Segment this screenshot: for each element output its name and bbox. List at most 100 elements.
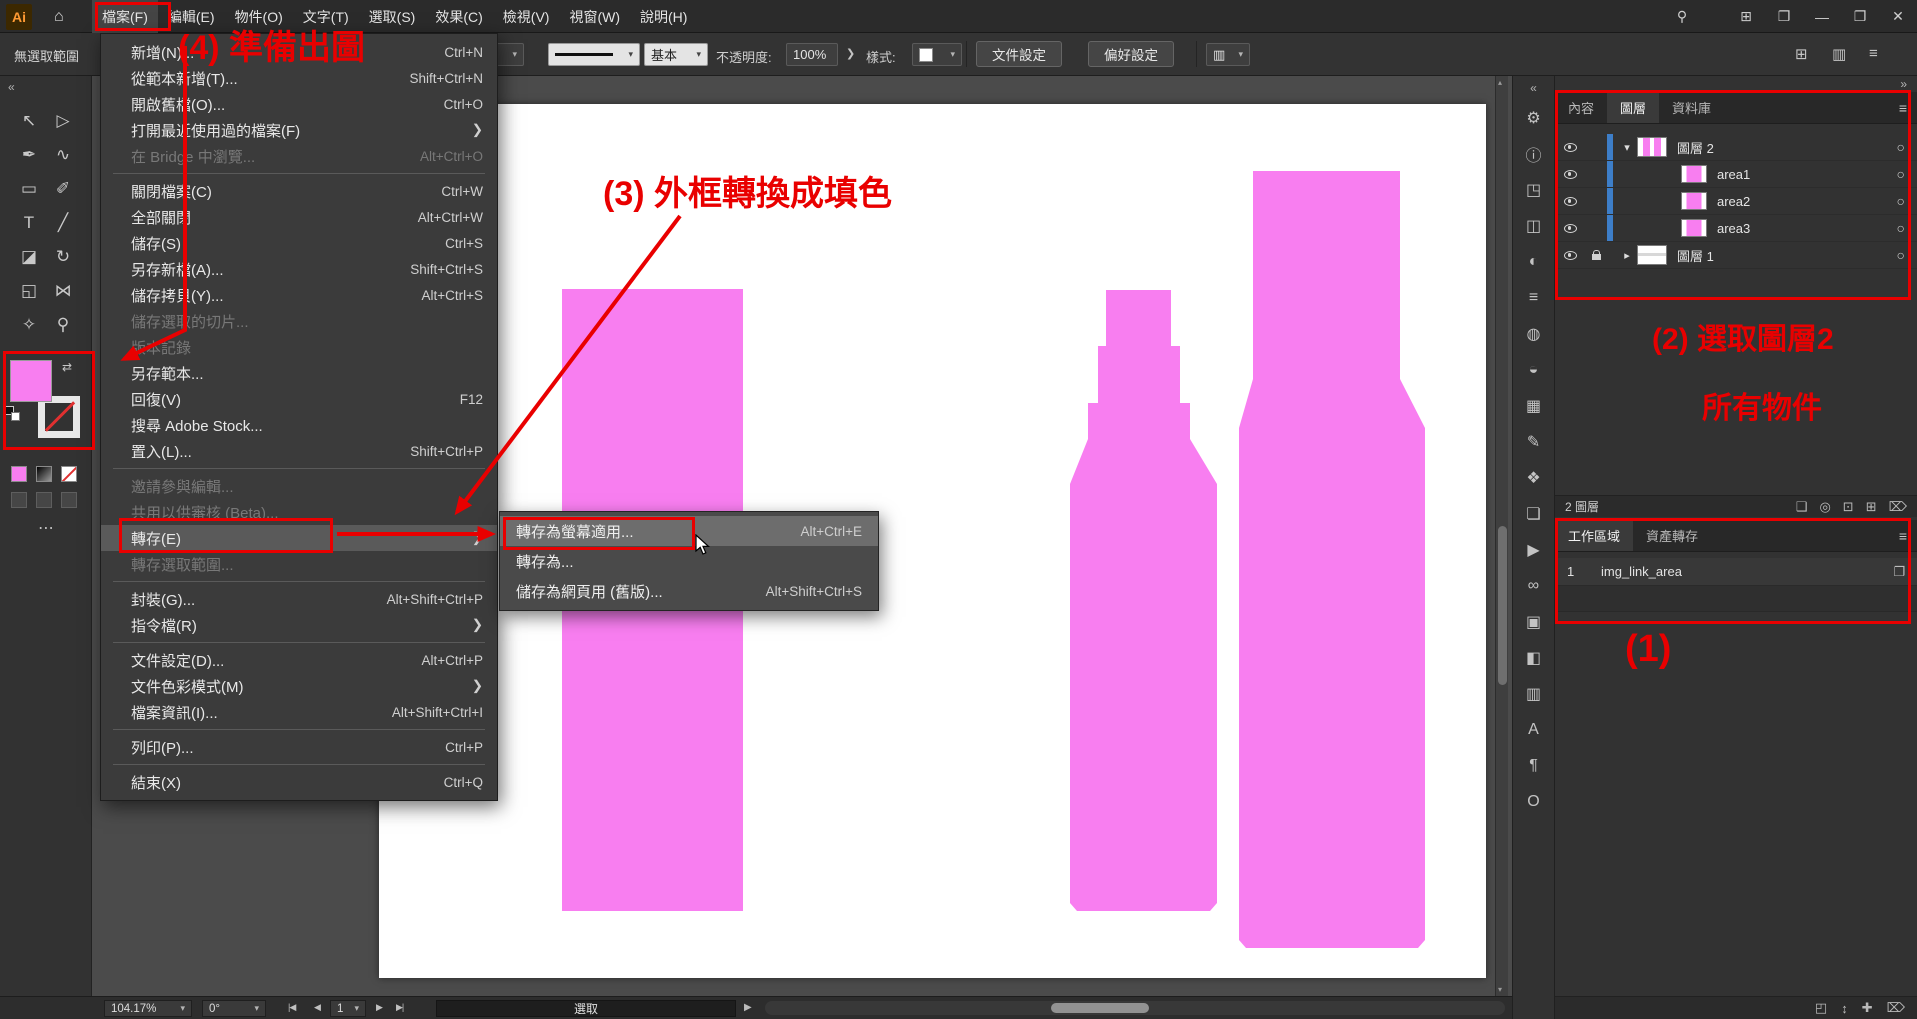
file-menu-item[interactable]: 新增(N)... Ctrl+N	[101, 39, 497, 65]
artboard-number-dropdown[interactable]: 1 ▾	[330, 1000, 366, 1017]
vertical-scrollbar-thumb[interactable]	[1498, 526, 1507, 685]
symbols-panel-icon[interactable]: ❖	[1517, 460, 1551, 496]
object-thumbnail[interactable]	[1681, 219, 1707, 237]
file-menu-item[interactable]: 全部關閉 Alt+Ctrl+W	[101, 204, 497, 230]
new-artboard-icon[interactable]: ✚	[1862, 1000, 1873, 1016]
pathfinder-panel-icon[interactable]: ◫	[1517, 208, 1551, 244]
layer-name[interactable]: 圖層 1	[1677, 246, 1714, 265]
menu-lines-icon[interactable]: ≡	[1869, 45, 1878, 62]
file-menu-item[interactable]: 儲存拷貝(Y)... Alt+Ctrl+S	[101, 282, 497, 308]
actions-panel-icon[interactable]: ▶	[1517, 532, 1551, 568]
expand-dock-icon[interactable]: «	[1530, 76, 1537, 100]
menubar-item[interactable]: 說明(H)	[630, 0, 697, 33]
file-menu-item[interactable]: 另存新檔(A)... Shift+Ctrl+S	[101, 256, 497, 282]
visibility-eye-icon[interactable]	[1564, 170, 1577, 179]
visibility-eye-icon[interactable]	[1564, 143, 1577, 152]
curvature-tool[interactable]: ∿	[46, 138, 80, 172]
object-thumbnail[interactable]	[1681, 192, 1707, 210]
layer-row-area3[interactable]: area3 ○	[1555, 215, 1917, 242]
minimize-button[interactable]: —	[1803, 0, 1841, 33]
color-guide-panel-icon[interactable]: ▥	[1517, 676, 1551, 712]
file-menu-item[interactable]	[113, 729, 485, 730]
transparency-panel-icon[interactable]: ◒	[1517, 352, 1551, 388]
tab-artboards[interactable]: 工作區域	[1555, 520, 1633, 551]
file-menu-item[interactable]: 儲存(S) Ctrl+S	[101, 230, 497, 256]
eyedropper-tool[interactable]: ✧	[12, 308, 46, 342]
target-circle-icon[interactable]: ○	[1897, 220, 1905, 236]
file-menu-item[interactable]: 在 Bridge 中瀏覽... Alt+Ctrl+O	[101, 143, 497, 169]
selection-tool[interactable]: ↖	[12, 104, 46, 138]
file-menu-item[interactable]: 另存範本...	[101, 360, 497, 386]
info-panel-icon[interactable]: ⓘ	[1517, 136, 1551, 172]
file-menu-item[interactable]: 封裝(G)... Alt+Shift+Ctrl+P	[101, 586, 497, 612]
lock-icon[interactable]	[1592, 254, 1601, 260]
new-layer-icon[interactable]: ⊞	[1866, 499, 1877, 515]
color-panel-icon[interactable]: ◧	[1517, 640, 1551, 676]
file-menu-item[interactable]	[113, 468, 485, 469]
artboard-icon[interactable]: ❐	[1893, 564, 1905, 580]
object-name[interactable]: area1	[1717, 167, 1750, 182]
export-for-screens-item[interactable]: 轉存為螢幕適用... Alt+Ctrl+E	[500, 516, 878, 546]
file-menu-item[interactable]	[113, 764, 485, 765]
vertical-scrollbar[interactable]: ▴ ▾	[1495, 76, 1508, 996]
expand-layer-icon[interactable]: ▸	[1617, 249, 1637, 262]
none-button[interactable]	[61, 466, 77, 482]
properties-panel-icon[interactable]: ⚙	[1517, 100, 1551, 136]
file-menu-item[interactable]: 轉存(E) ❯	[101, 525, 497, 551]
menubar-item[interactable]: 編輯(E)	[158, 0, 225, 33]
zoom-tool[interactable]: ⚲	[46, 308, 80, 342]
file-menu-item[interactable]	[113, 173, 485, 174]
preferences-button[interactable]: 偏好設定	[1088, 41, 1174, 67]
menubar-item[interactable]: 檔案(F)	[92, 0, 158, 33]
scroll-up-icon[interactable]: ▴	[1498, 78, 1502, 87]
file-menu-item[interactable]: 回復(V) F12	[101, 386, 497, 412]
panel-layout-icon[interactable]: ▥	[1832, 45, 1846, 63]
transform-panel-icon[interactable]: ◳	[1517, 172, 1551, 208]
file-menu-item[interactable]: 置入(L)... Shift+Ctrl+P	[101, 438, 497, 464]
file-menu-item[interactable]: 列印(P)... Ctrl+P	[101, 734, 497, 760]
menubar-item[interactable]: 物件(O)	[225, 0, 293, 33]
scroll-down-icon[interactable]: ▾	[1498, 985, 1502, 994]
file-menu-item[interactable]: 結束(X) Ctrl+Q	[101, 769, 497, 795]
file-menu-item[interactable]	[113, 642, 485, 643]
restore-button[interactable]: ❐	[1841, 0, 1879, 33]
object-thumbnail[interactable]	[1681, 165, 1707, 183]
paintbrush-tool[interactable]: ✐	[46, 172, 80, 206]
target-circle-icon[interactable]: ○	[1897, 166, 1905, 182]
draw-inside-button[interactable]	[61, 492, 77, 508]
file-menu-item[interactable]: 文件色彩模式(M) ❯	[101, 673, 497, 699]
menubar-item[interactable]: 選取(S)	[359, 0, 426, 33]
workspace-icon[interactable]: ❐	[1765, 0, 1803, 33]
search-icon[interactable]: ⚲	[1663, 0, 1701, 33]
layer-name[interactable]: 圖層 2	[1677, 138, 1714, 157]
file-menu-item[interactable]: 關閉檔案(C) Ctrl+W	[101, 178, 497, 204]
brushes-panel-icon[interactable]: ✎	[1517, 424, 1551, 460]
layer-thumbnail[interactable]	[1637, 245, 1667, 265]
next-artboard-button[interactable]: ▶	[376, 1002, 382, 1013]
file-menu-item[interactable]	[113, 581, 485, 582]
export-as-item[interactable]: 轉存為...	[500, 546, 878, 576]
collapse-layer-icon[interactable]: ▾	[1617, 141, 1637, 154]
layer-row-area2[interactable]: area2 ○	[1555, 188, 1917, 215]
collapse-toolbar-icon[interactable]: «	[8, 80, 15, 94]
stroke-color-swatch[interactable]	[38, 396, 80, 438]
first-artboard-button[interactable]: |◀	[288, 1002, 295, 1013]
rotate-tool[interactable]: ↻	[46, 240, 80, 274]
horizontal-scrollbar[interactable]	[765, 1001, 1505, 1015]
style-dropdown[interactable]: ▾	[912, 43, 962, 66]
file-menu-item[interactable]: 指令檔(R) ❯	[101, 612, 497, 638]
menubar-item[interactable]: 視窗(W)	[559, 0, 630, 33]
default-fill-stroke-icon[interactable]	[5, 406, 21, 422]
magenta-bottle-small-shape[interactable]	[1070, 290, 1217, 911]
character-panel-icon[interactable]: A	[1517, 712, 1551, 748]
draw-normal-button[interactable]	[11, 492, 27, 508]
last-artboard-button[interactable]: ▶|	[396, 1002, 403, 1013]
artboard-name[interactable]: img_link_area	[1601, 564, 1682, 579]
file-menu-item[interactable]: 邀請參與編輯...	[101, 473, 497, 499]
document-setup-button[interactable]: 文件設定	[976, 41, 1062, 67]
target-circle-icon[interactable]: ○	[1897, 193, 1905, 209]
menubar-item[interactable]: 效果(C)	[425, 0, 492, 33]
rectangle-tool[interactable]: ▭	[12, 172, 46, 206]
tab-libraries[interactable]: 資料庫	[1659, 92, 1724, 123]
layers-panel-icon[interactable]: ❏	[1517, 496, 1551, 532]
